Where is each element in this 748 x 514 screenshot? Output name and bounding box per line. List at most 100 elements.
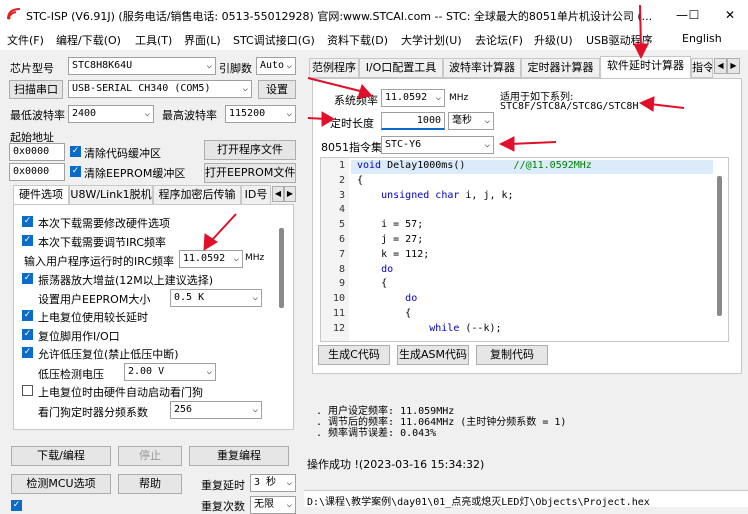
tab-u8w-offline[interactable]: U8W/Link1脱机 (69, 185, 153, 205)
check-mcu-button[interactable]: 检测MCU选项 (11, 474, 111, 494)
code-address-input[interactable]: 0x0000 (9, 143, 65, 161)
menu-debug[interactable]: STC调试接口(G) (233, 32, 315, 48)
line-number: 5 (338, 219, 345, 231)
osc-gain-checkbox[interactable]: ✓ (22, 273, 33, 284)
copy-code-button[interactable]: 复制代码 (476, 345, 548, 365)
line-number: 12 (332, 322, 345, 334)
options-scrollbar[interactable] (279, 228, 284, 308)
delay-length-label: 定时长度 (330, 117, 374, 130)
sys-freq-select[interactable]: 11.0592 ⌵ (381, 89, 445, 107)
wdt-divider-label: 看门狗定时器分频系数 (38, 406, 148, 419)
generate-c-code-button[interactable]: 生成C代码 (318, 345, 390, 365)
open-eeprom-file-button[interactable]: 打开EEPROM文件 (204, 163, 296, 183)
stop-button[interactable]: 停止 (118, 446, 182, 466)
irc-freq-unit: MHz (245, 253, 265, 263)
port-select[interactable]: USB-SERIAL CH340 (COM5) ⌵ (68, 80, 252, 98)
maximize-button[interactable]: ☐ (682, 5, 706, 25)
wdt-divider-select[interactable]: 256 ⌵ (170, 401, 262, 419)
chevron-down-icon: ⌵ (252, 405, 258, 415)
code-line: do (381, 263, 394, 275)
pin-select[interactable]: Auto ⌵ (256, 57, 296, 75)
clear-eeprom-checkbox[interactable]: ✓ (70, 166, 81, 177)
code-editor[interactable]: 1 void Delay1000ms() //@11.0592MHz 2 {3 uns… (320, 157, 729, 342)
chevron-down-icon: ⌵ (286, 61, 292, 71)
tab-timer-calculator[interactable]: 定时器计算器 (521, 58, 600, 78)
delay-unit-select[interactable]: 毫秒 ⌵ (448, 112, 494, 130)
max-baud-label: 最高波特率 (162, 109, 217, 122)
scan-port-button[interactable]: 扫描串口 (9, 80, 63, 99)
eeprom-address-input[interactable]: 0x0000 (9, 163, 65, 181)
line-number: 1 (338, 160, 345, 171)
menu-university[interactable]: 大学计划(U) (401, 32, 462, 48)
menu-usb-driver[interactable]: USB驱动程序 (586, 32, 653, 48)
line-number: 7 (338, 248, 345, 260)
menu-forum[interactable]: 去论坛(F) (475, 32, 523, 48)
close-button[interactable]: ✕ (718, 5, 742, 25)
low-voltage-reset-checkbox[interactable]: ✓ (22, 347, 33, 358)
app-icon (7, 8, 21, 20)
chevron-down-icon: ⌵ (435, 93, 441, 103)
line-number: 6 (338, 234, 345, 245)
irc-freq-select[interactable]: 11.0592 ⌵ (179, 250, 243, 268)
long-reset-delay-checkbox[interactable]: ✓ (22, 310, 33, 321)
code-scrollbar[interactable] (717, 176, 722, 316)
repeat-count-label: 重复次数 (201, 500, 245, 513)
right-tab-scroll-left-button[interactable]: ◀ (714, 58, 727, 74)
menu-english[interactable]: English (682, 32, 722, 45)
tab-scroll-left-button[interactable]: ◀ (272, 186, 284, 202)
help-button[interactable]: 帮助 (118, 474, 182, 494)
tab-instructions[interactable]: 指令 (691, 58, 713, 78)
tab-baud-calculator[interactable]: 波特率计算器 (443, 58, 521, 78)
menu-program[interactable]: 编程/下载(O) (56, 32, 121, 48)
eeprom-size-select[interactable]: 0.5 K ⌵ (170, 289, 262, 307)
menu-tools[interactable]: 工具(T) (135, 32, 172, 48)
max-baud-select[interactable]: 115200 ⌵ (225, 105, 296, 123)
menu-downloads[interactable]: 资料下载(D) (327, 32, 388, 48)
tab-delay-calculator[interactable]: 软件延时计算器 (600, 56, 691, 78)
download-program-button[interactable]: 下载/编程 (11, 446, 111, 466)
repeat-count-select[interactable]: 无限 ⌵ (250, 496, 296, 514)
reset-pin-io-label: 复位脚用作I/O口 (38, 330, 120, 343)
code-line: i = 57; (357, 219, 424, 231)
isa-select[interactable]: STC-Y6 ⌵ (381, 136, 494, 154)
clear-code-label: 清除代码缓冲区 (84, 147, 161, 160)
menu-file[interactable]: 文件(F) (7, 32, 44, 48)
delay-length-input[interactable]: 1000 (381, 112, 445, 130)
chevron-down-icon: ⌵ (286, 109, 292, 119)
right-tab-scroll-right-button[interactable]: ▶ (727, 58, 740, 74)
repeat-delay-select[interactable]: 3 秒 ⌵ (250, 474, 296, 492)
menu-upgrade[interactable]: 升级(U) (534, 32, 573, 48)
tab-encrypted-transfer[interactable]: 程序加密后传输 (153, 185, 241, 205)
menu-interface[interactable]: 界面(L) (184, 32, 221, 48)
line-number: 11 (332, 308, 345, 319)
auto-watchdog-checkbox[interactable] (22, 385, 33, 396)
lv-threshold-select[interactable]: 2.00 V ⌵ (124, 363, 216, 381)
tab-scroll-right-button[interactable]: ▶ (284, 186, 296, 202)
modify-hw-options-label: 本次下载需要修改硬件选项 (38, 217, 170, 230)
adjust-irc-label: 本次下载需要调节IRC频率 (38, 236, 167, 249)
chip-select[interactable]: STC8H8K64U ⌵ (68, 57, 216, 75)
line-number: 3 (338, 189, 345, 201)
repeat-program-button[interactable]: 重复编程 (189, 446, 289, 466)
generate-asm-code-button[interactable]: 生成ASM代码 (397, 345, 469, 365)
tab-examples[interactable]: 范例程序 (309, 58, 359, 78)
open-program-file-button[interactable]: 打开程序文件 (204, 140, 296, 160)
chevron-down-icon: ⌵ (286, 500, 292, 510)
settings-button[interactable]: 设置 (258, 80, 296, 99)
tab-hardware-options[interactable]: 硬件选项 (13, 185, 69, 205)
min-baud-select[interactable]: 2400 ⌵ (68, 105, 154, 123)
tab-id[interactable]: ID号 (241, 185, 271, 205)
code-line: void Delay1000ms() //@11.0592MHz (357, 160, 592, 171)
line-number: 10 (332, 293, 345, 305)
code-line: { (357, 174, 364, 186)
file-path-bar: D:\课程\教学案例\day01\01_点亮或熄灭LED灯\Objects\Pr… (304, 490, 748, 508)
reset-pin-io-checkbox[interactable]: ✓ (22, 329, 33, 340)
adjust-irc-checkbox[interactable]: ✓ (22, 235, 33, 246)
modify-hw-options-checkbox[interactable]: ✓ (22, 216, 33, 227)
code-line: unsigned char i, j, k; (381, 189, 514, 201)
tab-io-config[interactable]: I/O口配置工具 (359, 58, 443, 78)
line-number: 8 (338, 263, 345, 275)
chevron-down-icon: ⌵ (206, 61, 212, 71)
clear-code-checkbox[interactable]: ✓ (70, 146, 81, 157)
repeat-delay-label: 重复延时 (201, 479, 245, 492)
